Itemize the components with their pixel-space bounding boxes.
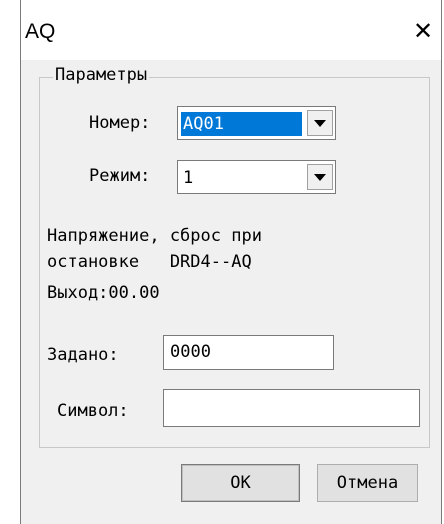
mode-dropdown-button[interactable] xyxy=(307,164,333,190)
title-bar: AQ ✕ xyxy=(21,0,441,60)
window-title: AQ xyxy=(25,20,56,43)
number-label: Номер: xyxy=(89,113,151,133)
chevron-down-icon xyxy=(314,119,326,127)
output-readout: Выход:00.00 xyxy=(47,283,160,303)
mode-label: Режим: xyxy=(89,166,151,186)
close-button[interactable]: ✕ xyxy=(409,17,437,45)
ok-button[interactable]: OK xyxy=(181,464,300,502)
dialog-window: AQ ✕ Параметры Номер: AQ01 Режим: 1 Напр… xyxy=(20,0,442,524)
parameters-legend: Параметры xyxy=(53,65,150,85)
symbol-label: Символ: xyxy=(57,401,129,421)
symbol-input[interactable] xyxy=(163,389,420,427)
mode-value: 1 xyxy=(183,168,194,188)
description-line-2: остановке DRD4--AQ xyxy=(47,252,252,272)
number-combobox[interactable]: AQ01 xyxy=(177,106,336,140)
close-icon: ✕ xyxy=(412,17,434,45)
chevron-down-icon xyxy=(314,173,326,181)
description-line-1: Напряжение, сброс при xyxy=(47,226,262,246)
setpoint-label: Задано: xyxy=(47,345,119,365)
number-value: AQ01 xyxy=(181,112,302,136)
number-dropdown-button[interactable] xyxy=(307,110,333,136)
setpoint-input[interactable]: 0000 xyxy=(163,335,334,370)
mode-combobox[interactable]: 1 xyxy=(177,160,336,194)
cancel-button[interactable]: Отмена xyxy=(317,464,418,502)
